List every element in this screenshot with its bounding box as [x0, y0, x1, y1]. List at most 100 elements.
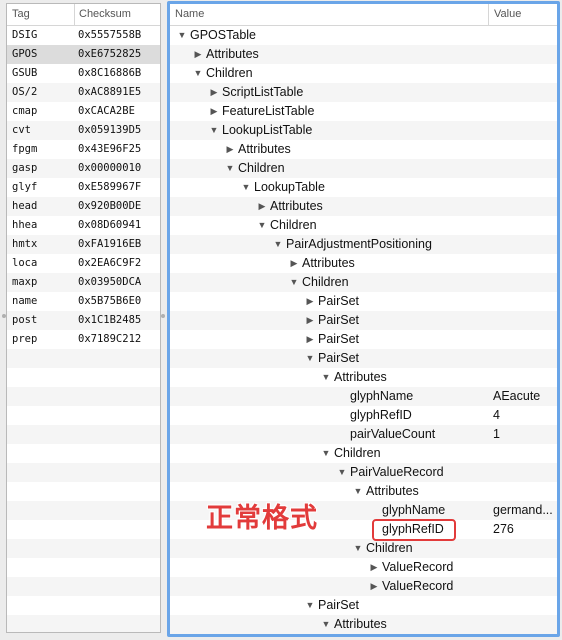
tree-row[interactable]: ▶ ValueRecord — [170, 577, 557, 596]
table-row[interactable]: loca 0x2EA6C9F2 — [7, 254, 160, 273]
triangle-right-icon[interactable]: ▶ — [369, 577, 379, 596]
column-header-checksum[interactable]: Checksum — [75, 4, 131, 25]
checksum-cell: 0x5557558B — [78, 29, 142, 41]
tree-row[interactable]: ▼ Children — [170, 159, 557, 178]
tree-row[interactable]: ▶ Attributes — [170, 197, 557, 216]
triangle-right-icon[interactable]: ▶ — [369, 558, 379, 577]
triangle-down-icon[interactable]: ▼ — [305, 596, 315, 615]
tree-node-label: Attributes — [334, 617, 387, 631]
table-row[interactable]: head 0x920B00DE — [7, 197, 160, 216]
triangle-right-icon[interactable]: ▶ — [257, 197, 267, 216]
table-row[interactable]: glyf 0xE589967F — [7, 178, 160, 197]
table-list-header: Tag Checksum — [7, 4, 160, 26]
triangle-right-icon[interactable]: ▶ — [305, 330, 315, 349]
triangle-right-icon[interactable]: ▶ — [305, 292, 315, 311]
tag-cell: name — [12, 295, 38, 307]
tree-row[interactable]: pairValueCount 1 — [170, 425, 557, 444]
triangle-right-icon[interactable]: ▶ — [209, 102, 219, 121]
tree-row[interactable]: ▼ Children — [170, 216, 557, 235]
tree-row[interactable]: ▶ ValueRecord — [170, 558, 557, 577]
tree-row[interactable]: ▶ PairSet — [170, 292, 557, 311]
table-row[interactable]: fpgm 0x43E96F25 — [7, 140, 160, 159]
tree-row[interactable]: ▶ FeatureListTable — [170, 102, 557, 121]
column-header-tag[interactable]: Tag — [7, 4, 75, 25]
tree-row[interactable]: ▶ Attributes — [170, 45, 557, 64]
tree-node-label: ScriptListTable — [222, 85, 304, 99]
tree-row[interactable]: ▼ Children — [170, 539, 557, 558]
tree-node-label: PairSet — [318, 313, 359, 327]
triangle-down-icon[interactable]: ▼ — [353, 539, 363, 558]
table-row[interactable]: DSIG 0x5557558B — [7, 26, 160, 45]
empty-row — [7, 425, 160, 444]
left-resize-knob[interactable] — [2, 314, 6, 318]
tag-cell: loca — [12, 257, 38, 269]
checksum-cell: 0x8C16886B — [78, 67, 142, 79]
table-row[interactable]: hmtx 0xFA1916EB — [7, 235, 160, 254]
triangle-down-icon[interactable]: ▼ — [305, 349, 315, 368]
table-row[interactable]: GSUB 0x8C16886B — [7, 64, 160, 83]
triangle-down-icon[interactable]: ▼ — [337, 463, 347, 482]
tree-node-label: Attributes — [270, 199, 323, 213]
table-row[interactable]: name 0x5B75B6E0 — [7, 292, 160, 311]
triangle-down-icon[interactable]: ▼ — [177, 26, 187, 45]
table-row[interactable]: hhea 0x08D60941 — [7, 216, 160, 235]
triangle-down-icon[interactable]: ▼ — [241, 178, 251, 197]
tag-cell: prep — [12, 333, 38, 345]
tree-row[interactable]: ▼ Attributes — [170, 615, 557, 634]
tree-row[interactable]: ▶ Attributes — [170, 140, 557, 159]
triangle-down-icon[interactable]: ▼ — [321, 368, 331, 387]
triangle-down-icon[interactable]: ▼ — [353, 482, 363, 501]
triangle-down-icon[interactable]: ▼ — [193, 64, 203, 83]
tree-row[interactable]: ▼ GPOSTable — [170, 26, 557, 45]
tree-row[interactable]: ▼ PairSet — [170, 349, 557, 368]
triangle-down-icon[interactable]: ▼ — [209, 121, 219, 140]
tree-row[interactable]: ▶ PairSet — [170, 330, 557, 349]
triangle-right-icon[interactable]: ▶ — [305, 311, 315, 330]
table-row[interactable]: GPOS 0xE6752825 — [7, 45, 160, 64]
triangle-down-icon[interactable]: ▼ — [225, 159, 235, 178]
tree-node-label: Children — [302, 275, 349, 289]
tree-node-label: PairValueRecord — [350, 465, 444, 479]
triangle-down-icon[interactable]: ▼ — [289, 273, 299, 292]
tree-row[interactable]: glyphRefID 4 — [170, 406, 557, 425]
triangle-down-icon[interactable]: ▼ — [257, 216, 267, 235]
triangle-down-icon[interactable]: ▼ — [273, 235, 283, 254]
column-header-value[interactable]: Value — [488, 4, 521, 25]
tree-row[interactable]: ▼ Attributes — [170, 368, 557, 387]
tree-row[interactable]: ▶ ScriptListTable — [170, 83, 557, 102]
tree-node-label: Children — [334, 446, 381, 460]
tree-row[interactable]: ▼ LookupListTable — [170, 121, 557, 140]
tree-row[interactable]: glyphName AEacute — [170, 387, 557, 406]
table-row[interactable]: gasp 0x00000010 — [7, 159, 160, 178]
tree-row[interactable]: ▼ Children — [170, 444, 557, 463]
table-row[interactable]: prep 0x7189C212 — [7, 330, 160, 349]
table-row[interactable]: maxp 0x03950DCA — [7, 273, 160, 292]
empty-row — [7, 558, 160, 577]
triangle-down-icon[interactable]: ▼ — [321, 444, 331, 463]
triangle-right-icon[interactable]: ▶ — [193, 45, 203, 64]
tree-row[interactable]: ▼ Children — [170, 273, 557, 292]
triangle-right-icon[interactable]: ▶ — [225, 140, 235, 159]
tree-node-label: glyphName — [350, 389, 414, 403]
checksum-cell: 0xE589967F — [78, 181, 142, 193]
tree-row[interactable]: ▼ PairValueRecord — [170, 463, 557, 482]
tree-node-label: PairSet — [318, 332, 359, 346]
tree-row[interactable]: ▶ PairSet — [170, 311, 557, 330]
triangle-right-icon[interactable]: ▶ — [289, 254, 299, 273]
triangle-right-icon[interactable]: ▶ — [209, 83, 219, 102]
table-row[interactable]: cmap 0xCACA2BE — [7, 102, 160, 121]
table-row[interactable]: cvt 0x059139D5 — [7, 121, 160, 140]
pane-splitter[interactable] — [160, 0, 167, 640]
empty-row — [7, 520, 160, 539]
tree-row[interactable]: ▼ Children — [170, 64, 557, 83]
tree-row[interactable]: ▼ LookupTable — [170, 178, 557, 197]
tree-row[interactable]: ▼ PairSet — [170, 596, 557, 615]
table-row[interactable]: post 0x1C1B2485 — [7, 311, 160, 330]
splitter-knob[interactable] — [161, 314, 165, 318]
tree-row[interactable]: ▶ Attributes — [170, 254, 557, 273]
triangle-down-icon[interactable]: ▼ — [321, 615, 331, 634]
tree-row[interactable]: ▼ PairAdjustmentPositioning — [170, 235, 557, 254]
column-header-name[interactable]: Name — [175, 4, 204, 25]
table-row[interactable]: OS/2 0xAC8891E5 — [7, 83, 160, 102]
checksum-cell: 0x059139D5 — [78, 124, 142, 136]
